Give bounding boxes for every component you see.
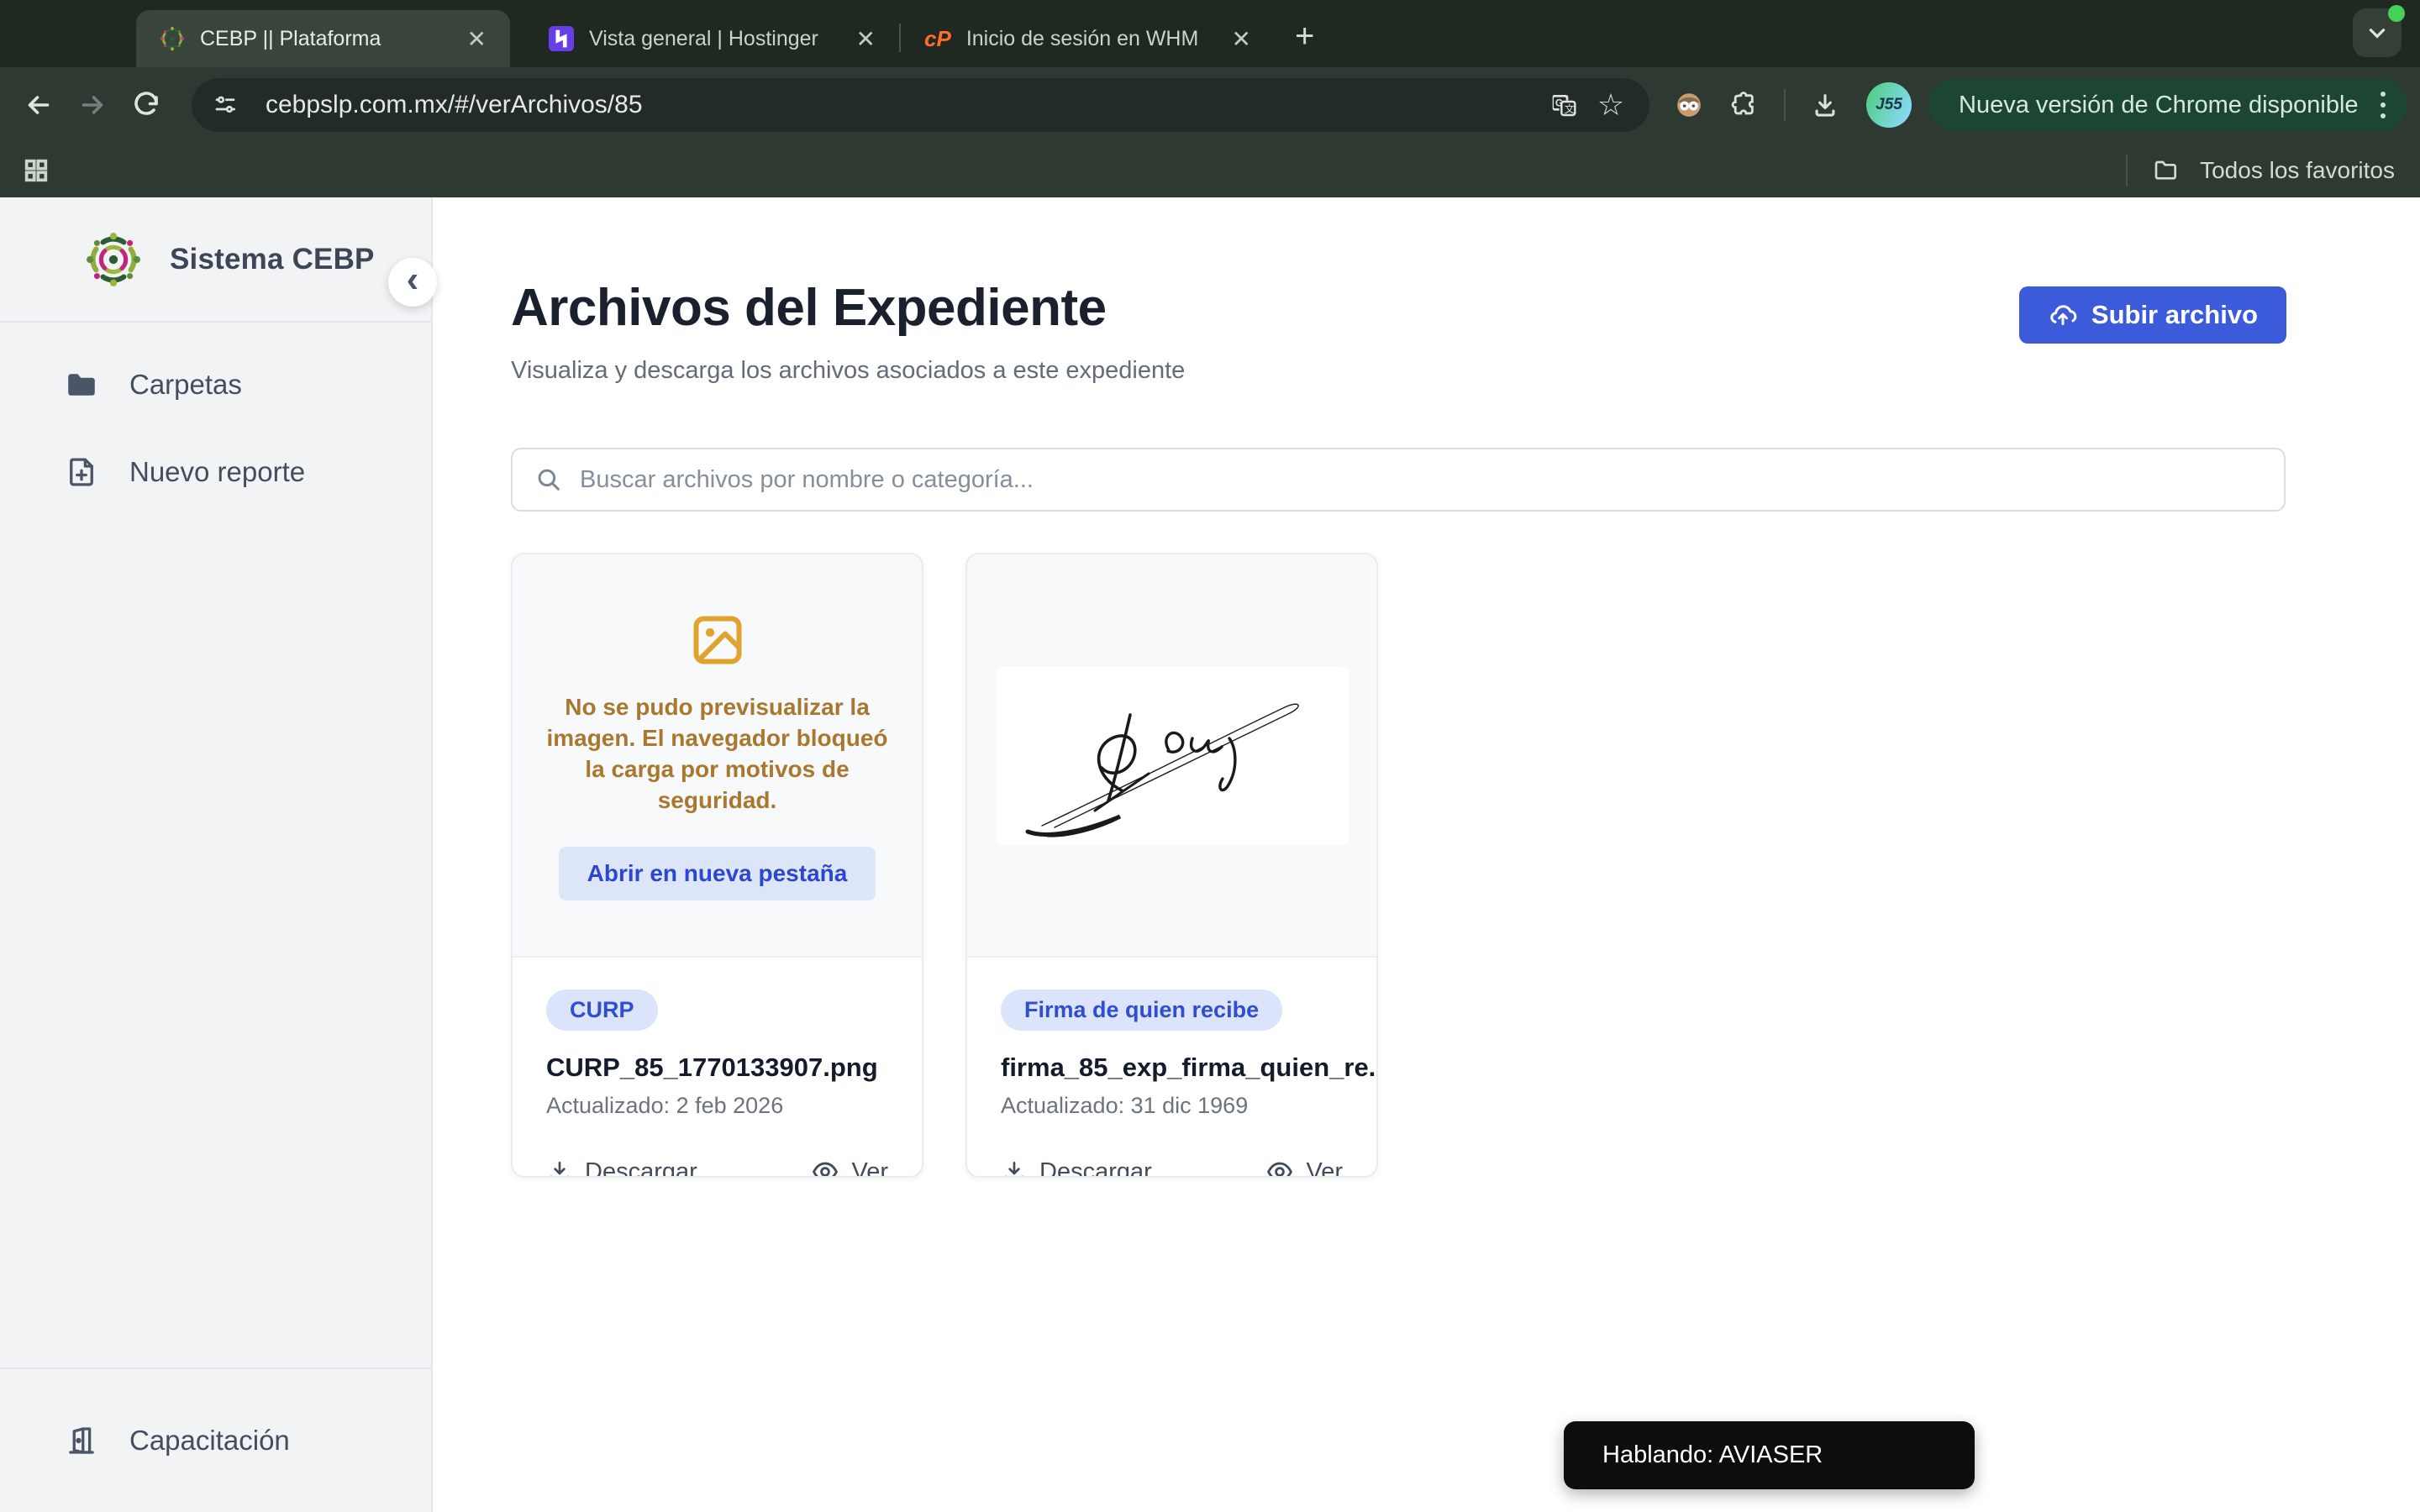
sidebar-item-nuevo-reporte[interactable]: Nuevo reporte [0,447,431,497]
extensions-puzzle-icon[interactable] [1720,81,1769,129]
preview-error-text: No se pudo previsualizar la imagen. El n… [546,694,888,813]
browser-toolbar: cebpslp.com.mx/#/verArchivos/85 G文 ☆ J55… [0,67,2420,143]
bookmarks-folder-icon [2153,157,2180,184]
back-button[interactable] [12,78,66,132]
bookmarks-bar: Todos los favoritos [0,143,2420,197]
site-settings-icon[interactable] [203,83,247,127]
forward-button[interactable] [66,78,119,132]
tab-search-button[interactable] [2353,5,2405,57]
eye-icon [1265,1158,1294,1176]
download-icon [1001,1158,1028,1176]
sidebar-footer: Capacitación [0,1368,431,1512]
reload-button[interactable] [119,78,173,132]
category-badge: CURP [546,990,658,1031]
search-bar[interactable] [511,448,2286,512]
toast-text: Hablando: AVIASER [1602,1441,1823,1468]
download-label: Descargar [585,1158,697,1178]
apps-grid-icon[interactable] [22,156,50,185]
brand-name: Sistema CEBP [170,242,375,276]
signature-image[interactable] [995,665,1349,845]
hostinger-icon [549,26,574,51]
profile-avatar[interactable]: J55 [1866,82,1912,128]
tab-hostinger[interactable]: Vista general | Hostinger ✕ [525,10,899,67]
sidebar-header: Sistema CEBP [0,197,431,323]
download-label: Descargar [1039,1158,1152,1178]
category-badge: Firma de quien recibe [1001,990,1283,1031]
file-name: CURP_85_1770133907.png [546,1053,878,1082]
extension-face-icon[interactable] [1665,81,1713,129]
card-preview-signature [967,554,1376,958]
view-label: Ver [1306,1158,1343,1178]
file-updated: Actualizado: 2 feb 2026 [546,1093,784,1118]
broken-image-icon [687,610,748,670]
new-tab-button[interactable]: + [1295,18,1314,55]
sidebar-collapse-button[interactable]: ‹ [388,258,437,307]
file-plus-icon [64,454,99,490]
download-action[interactable]: Descargar [1001,1158,1152,1178]
chrome-update-button[interactable]: Nueva versión de Chrome disponible [1928,79,2407,131]
file-card-curp: No se pudo previsualizar la imagen. El n… [511,553,923,1178]
sidebar-item-label: Nuevo reporte [129,456,306,487]
svg-text:文: 文 [1565,102,1575,115]
card-preview-blocked: No se pudo previsualizar la imagen. El n… [513,554,922,958]
card-body: Firma de quien recibe firma_85_exp_firma… [967,958,1378,1178]
main-area: Archivos del Expediente Visualiza y desc… [433,197,2420,1512]
all-bookmarks-label: Todos los favoritos [2200,156,2395,183]
address-bar[interactable]: cebpslp.com.mx/#/verArchivos/85 G文 ☆ [192,78,1649,132]
file-card-firma: Firma de quien recibe firma_85_exp_firma… [965,553,1378,1178]
sidebar-item-carpetas[interactable]: Carpetas [0,360,431,410]
tab-whm[interactable]: cP Inicio de sesión en WHM ✕ [901,10,1275,67]
tab-close-icon[interactable]: ✕ [851,25,881,53]
upload-file-label: Subir archivo [2091,300,2258,329]
url-text[interactable]: cebpslp.com.mx/#/verArchivos/85 [266,91,1540,119]
update-notification-dot [2388,5,2405,22]
downloads-icon[interactable] [1801,81,1849,129]
cpanel-icon: cP [924,25,951,51]
toolbar-extensions-area: J55 [1665,81,1922,129]
download-icon [546,1158,573,1176]
tab-cebp[interactable]: CEBP || Plataforma ✕ [136,10,510,67]
file-cards: No se pudo previsualizar la imagen. El n… [511,553,1378,1178]
upload-file-button[interactable]: Subir archivo [2018,286,2286,344]
tab-title: CEBP || Plataforma [200,26,381,50]
search-input[interactable] [580,465,2262,494]
page-title: Archivos del Expediente [511,279,1107,337]
cebp-logo [86,232,141,287]
tab-title: Vista general | Hostinger [589,26,818,50]
cloud-upload-icon [2048,300,2078,330]
search-icon [534,465,563,494]
translate-icon[interactable]: G文 [1540,83,1587,127]
sidebar-item-capacitacion[interactable]: Capacitación [0,1415,290,1466]
all-bookmarks[interactable]: Todos los favoritos [2126,154,2395,186]
tab-title: Inicio de sesión en WHM [965,26,1199,50]
card-footer: Descargar Ver [1001,1158,1343,1178]
bookmark-star-icon[interactable]: ☆ [1587,83,1634,127]
card-body: CURP CURP_85_1770133907.png Actualizado:… [513,958,922,1178]
chrome-update-label: Nueva versión de Chrome disponible [1959,91,2359,118]
folder-icon [64,367,99,402]
file-updated: Actualizado: 31 dic 1969 [1001,1093,1249,1118]
sidebar-item-label: Carpetas [129,369,242,400]
card-footer: Descargar Ver [546,1158,888,1178]
view-action[interactable]: Ver [1265,1158,1343,1178]
sidebar-item-label: Capacitación [129,1425,290,1456]
tab-close-icon[interactable]: ✕ [1227,25,1256,53]
open-new-tab-button[interactable]: Abrir en nueva pestaña [558,846,876,900]
menu-kebab-icon[interactable] [2377,88,2389,122]
eye-icon [811,1158,839,1176]
door-open-icon [64,1423,99,1458]
page-subtitle: Visualiza y descarga los archivos asocia… [511,357,1186,384]
view-action[interactable]: Ver [811,1158,888,1178]
file-name: firma_85_exp_firma_quien_re... [1001,1053,1378,1082]
cebp-rosette-icon [160,26,185,51]
sidebar: Sistema CEBP ‹ Carpetas Nuevo reporte Ca… [0,197,437,1512]
bookmarks-separator [2126,154,2128,186]
tab-strip: CEBP || Plataforma ✕ Vista general | Hos… [0,0,2420,67]
tab-close-icon[interactable]: ✕ [462,25,492,53]
page-content: Sistema CEBP ‹ Carpetas Nuevo reporte Ca… [0,197,2420,1512]
toolbar-separator [1784,89,1786,121]
view-label: Ver [851,1158,888,1178]
download-action[interactable]: Descargar [546,1158,697,1178]
speaking-toast: Hablando: AVIASER [1564,1421,1975,1489]
